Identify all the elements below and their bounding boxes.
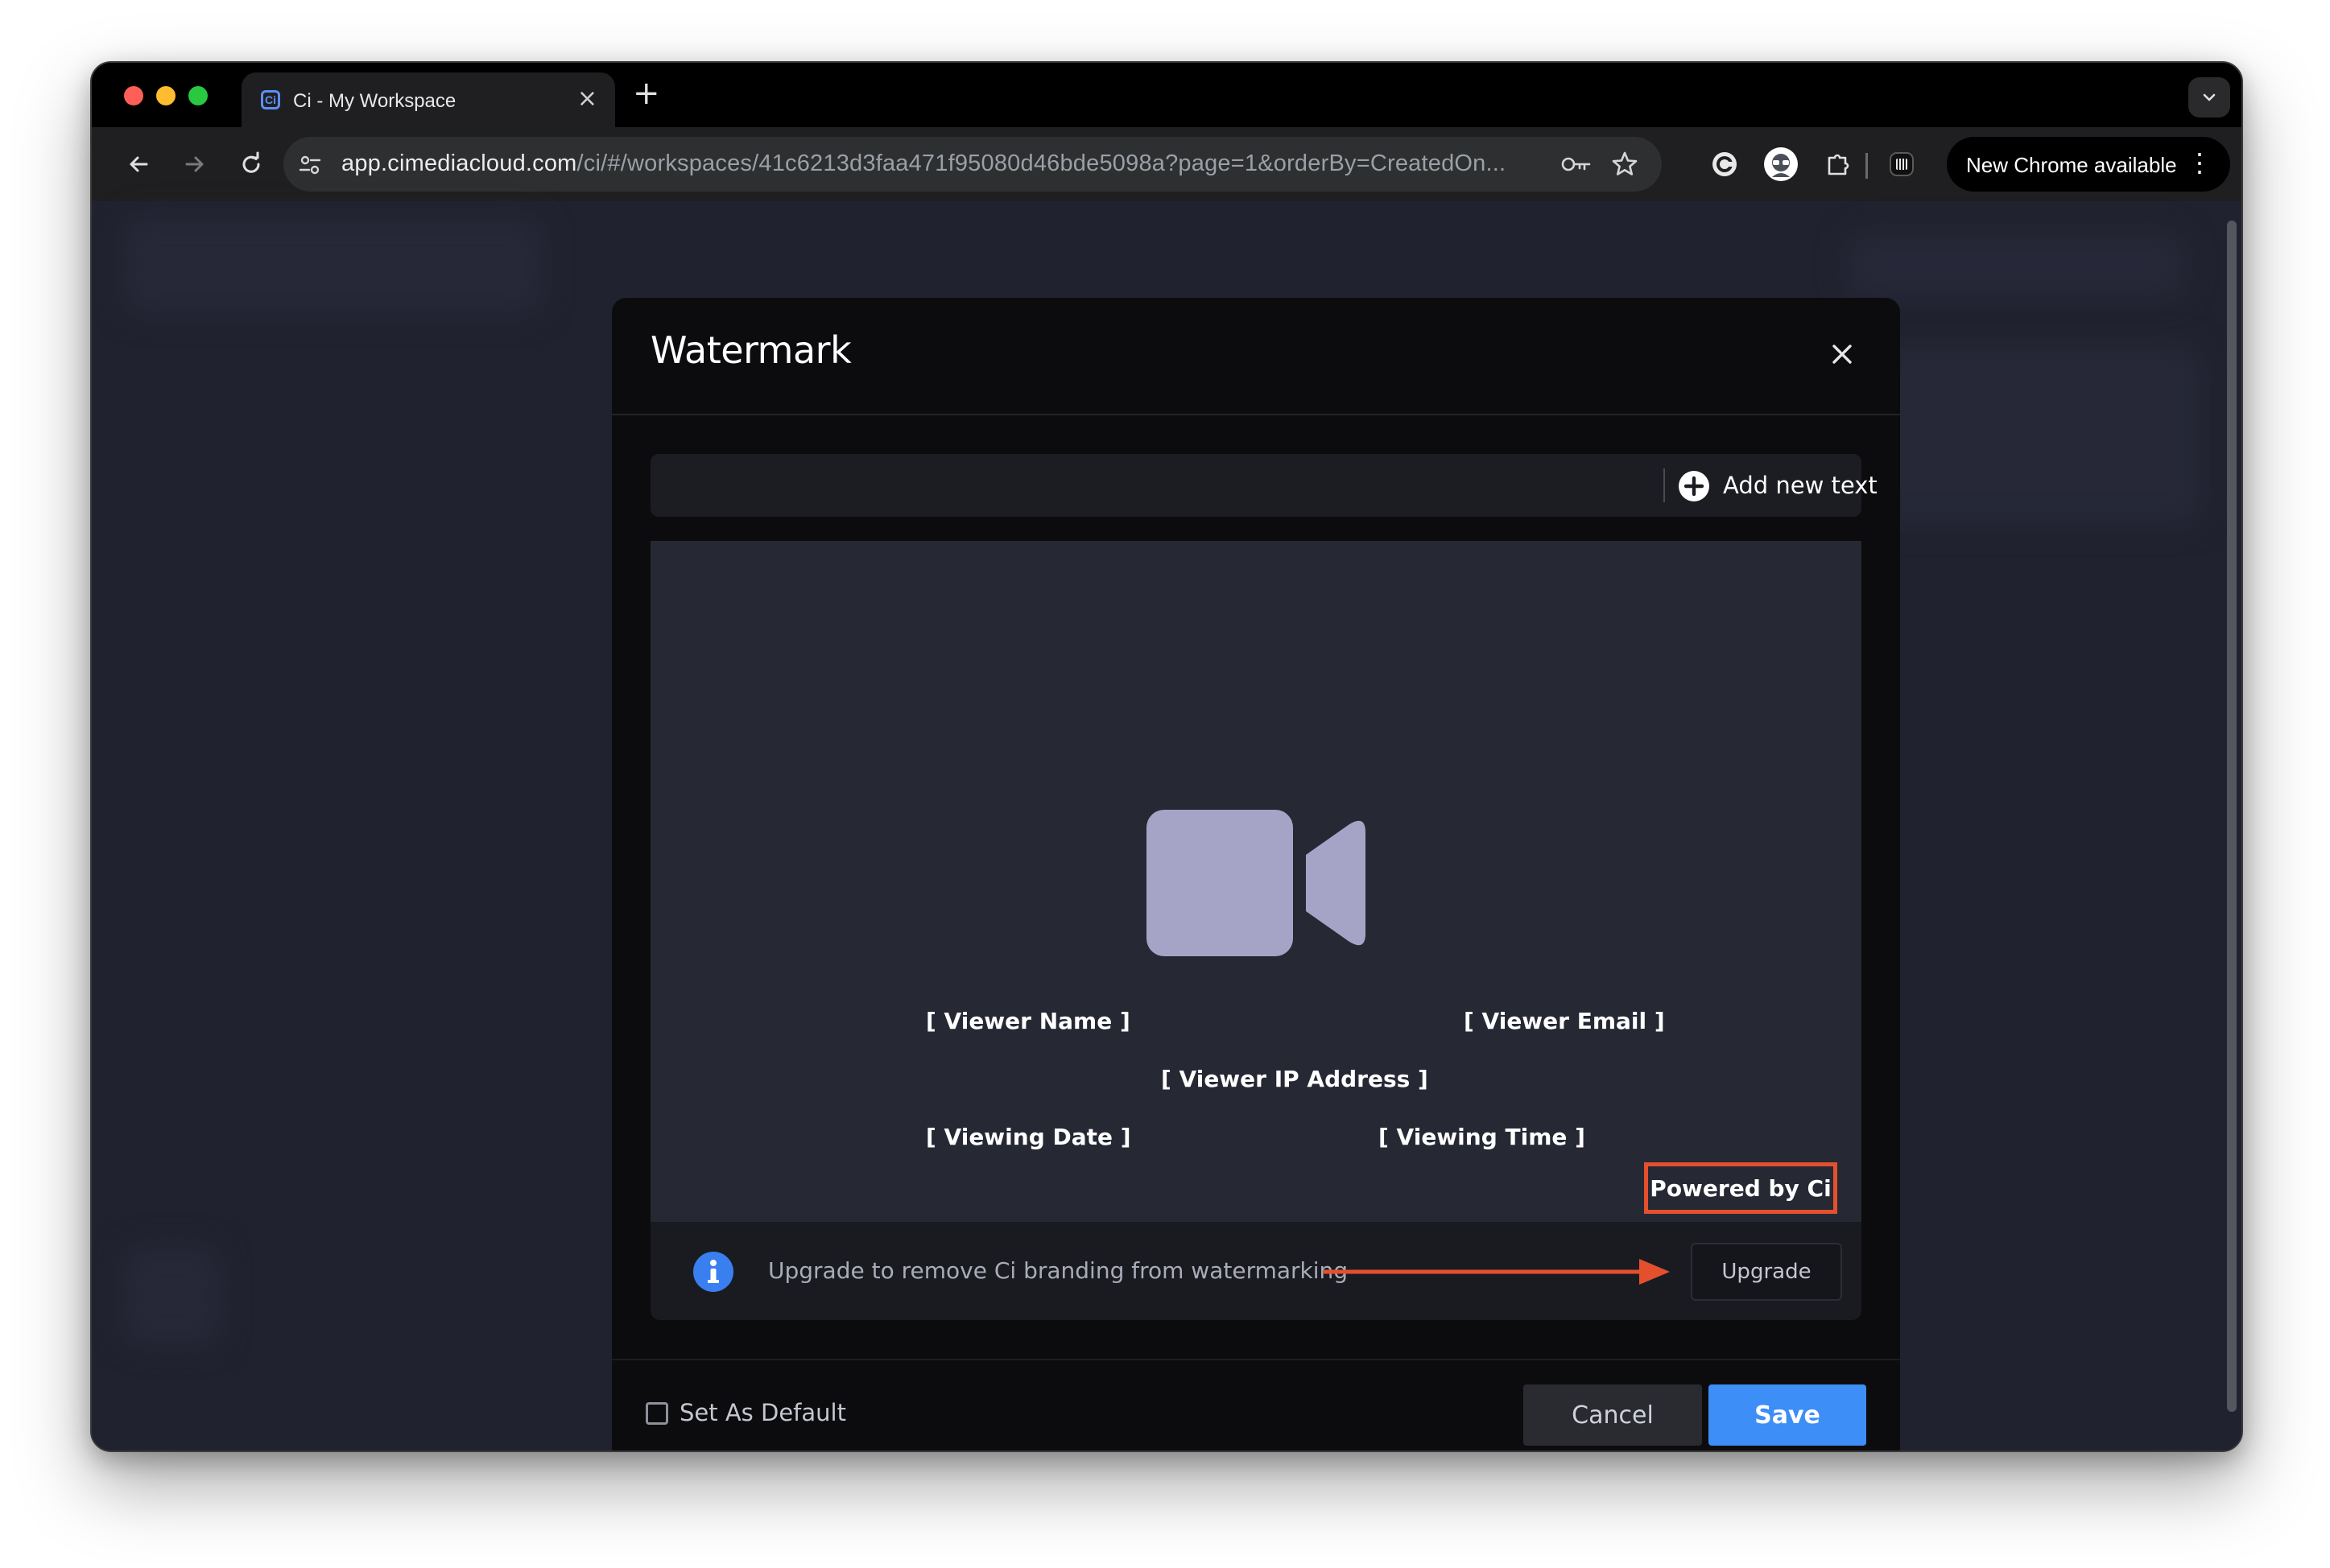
- watermark-modal: Watermark Add new text [Viewer Name] […: [612, 298, 1900, 1450]
- url-host: app.cimediacloud.com: [341, 151, 577, 176]
- close-icon[interactable]: [1828, 340, 1857, 369]
- forward-button[interactable]: [177, 146, 213, 182]
- extension-media-button[interactable]: [1884, 146, 1919, 182]
- tab-close-icon[interactable]: ×: [577, 87, 597, 111]
- extension-grammar-button[interactable]: [1707, 146, 1742, 182]
- backdrop-shape: [124, 217, 543, 314]
- watermark-viewing-time[interactable]: [ Viewing Time ]: [1378, 1124, 1585, 1150]
- arrow-left-icon: [130, 156, 148, 172]
- key-icon[interactable]: [1560, 153, 1593, 175]
- video-camera-icon: [1146, 810, 1365, 956]
- url-path: /ci/#/workspaces/41c6213d3faa471f95080d4…: [576, 151, 1506, 176]
- upgrade-notice-text: Upgrade to remove Ci branding from water…: [768, 1257, 1349, 1284]
- tab-ci-workspace[interactable]: Ci Ci - My Workspace ×: [242, 72, 615, 127]
- upgrade-notice-bar: Upgrade to remove Ci branding from water…: [651, 1222, 1861, 1320]
- arrow-right-icon: [185, 156, 204, 172]
- add-new-text-label: Add new text: [1723, 472, 1878, 499]
- chevron-down-icon: [2203, 93, 2216, 101]
- save-button[interactable]: Save: [1708, 1384, 1866, 1446]
- reload-button[interactable]: [233, 146, 269, 182]
- ci-favicon-icon: Ci: [261, 90, 280, 109]
- upgrade-button[interactable]: Upgrade: [1691, 1243, 1842, 1301]
- star-icon[interactable]: [1610, 150, 1639, 179]
- browser-window: Ci Ci - My Workspace × + app.cimediaclou…: [90, 61, 2243, 1452]
- new-chrome-label: New Chrome available: [1966, 153, 2177, 177]
- extensions-button[interactable]: [1821, 146, 1857, 182]
- tab-title: Ci - My Workspace: [293, 90, 456, 112]
- toolbar-divider: [1865, 153, 1868, 179]
- plus-circle-icon: [1679, 471, 1709, 501]
- address-bar[interactable]: app.cimediacloud.com/ci/#/workspaces/41c…: [283, 137, 1662, 192]
- url-text[interactable]: app.cimediacloud.com/ci/#/workspaces/41c…: [341, 151, 1506, 177]
- modal-header-divider: [612, 414, 1900, 415]
- puzzle-icon: [1828, 154, 1849, 175]
- modal-footer-divider: [612, 1359, 1900, 1360]
- reload-icon: [242, 151, 260, 173]
- close-window-button[interactable]: [124, 86, 143, 105]
- backdrop-shape: [1847, 346, 2201, 523]
- avatar-icon: [1764, 147, 1798, 181]
- new-chrome-available-button[interactable]: New Chrome available ⋮: [1947, 137, 2230, 192]
- watermark-viewer-name[interactable]: [ Viewer Name ]: [926, 1008, 1130, 1034]
- add-new-text-button[interactable]: Add new text: [1678, 454, 1886, 517]
- arrow-right-annotation-icon: [1324, 1259, 1670, 1285]
- watermark-viewing-date[interactable]: [ Viewing Date ]: [926, 1124, 1131, 1150]
- browser-toolbar: app.cimediacloud.com/ci/#/workspaces/41c…: [92, 127, 2241, 203]
- page-backdrop: Watermark Add new text [Viewer Name] […: [92, 201, 2241, 1450]
- maximize-window-button[interactable]: [188, 86, 208, 105]
- tab-search-button[interactable]: [2188, 77, 2230, 118]
- cancel-button[interactable]: Cancel: [1523, 1384, 1702, 1446]
- toolbar-separator: [1663, 468, 1665, 502]
- watermark-text-toolbar: Add new text: [651, 454, 1878, 517]
- tune-icon[interactable]: [298, 153, 322, 177]
- set-as-default-label[interactable]: Set As Default: [680, 1399, 846, 1426]
- tab-strip: Ci Ci - My Workspace × +: [92, 63, 2241, 127]
- backdrop-shape: [1847, 233, 2185, 298]
- powered-by-ci-badge: Powered by Ci: [1644, 1162, 1837, 1214]
- watermark-preview: [ Viewer Name ] [ Viewer Email ] [ Viewe…: [651, 541, 1861, 1222]
- grammar-extension-icon: [1712, 152, 1737, 176]
- info-icon: [693, 1252, 733, 1292]
- profile-avatar-button[interactable]: [1763, 146, 1799, 182]
- backdrop-shape: [124, 1248, 221, 1344]
- page-scrollbar[interactable]: [2227, 221, 2237, 1412]
- modal-title: Watermark: [651, 328, 852, 372]
- new-tab-button[interactable]: +: [633, 77, 660, 109]
- watermark-viewer-ip[interactable]: [ Viewer IP Address ]: [1161, 1066, 1428, 1092]
- set-as-default-checkbox[interactable]: [646, 1402, 668, 1425]
- watermark-viewer-email[interactable]: [ Viewer Email ]: [1464, 1008, 1665, 1034]
- more-menu-icon[interactable]: ⋮: [2187, 150, 2212, 175]
- back-button[interactable]: [121, 146, 156, 182]
- media-extension-icon: [1890, 152, 1914, 176]
- minimize-window-button[interactable]: [156, 86, 176, 105]
